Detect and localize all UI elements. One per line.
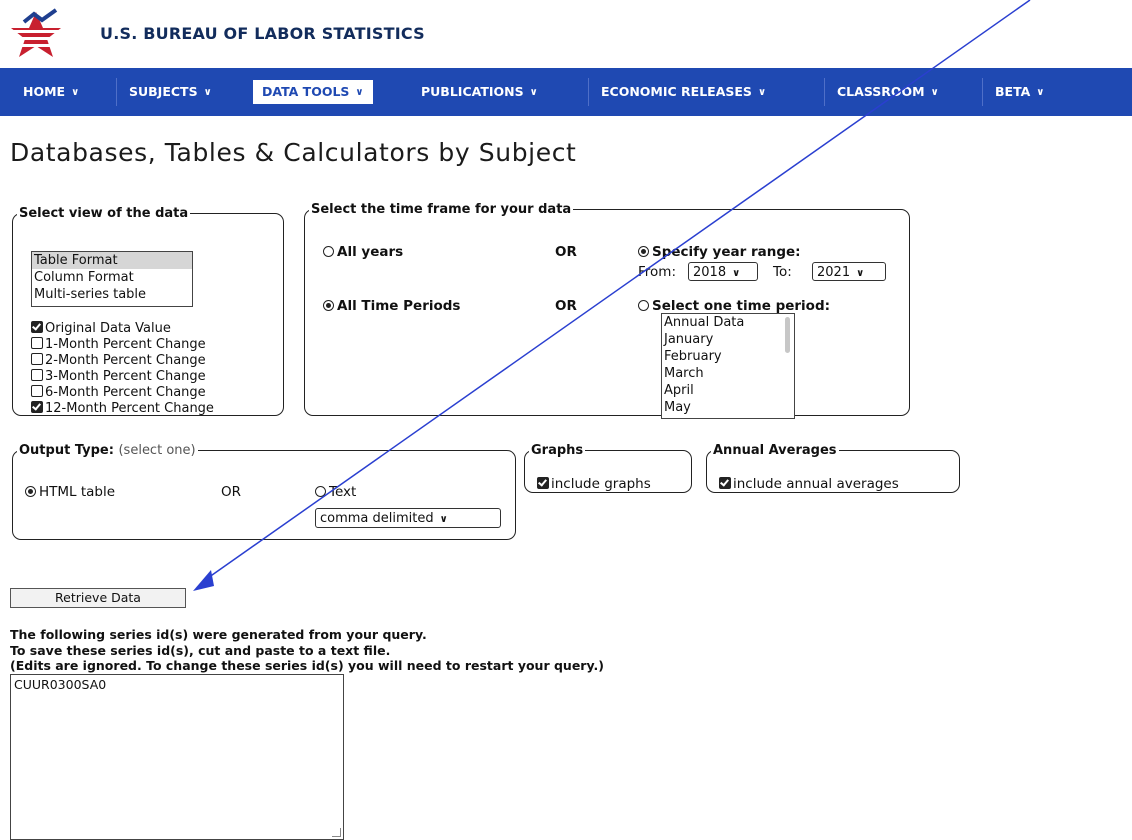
period-option[interactable]: January (662, 331, 794, 348)
series-ids-textarea[interactable]: CUUR0300SA0 (10, 674, 344, 840)
include-graphs-option[interactable]: include graphs (537, 476, 651, 492)
nav-classroom[interactable]: CLASSROOM ∨ (834, 80, 942, 104)
chevron-down-icon: ∨ (355, 87, 364, 98)
annual-fieldset: Annual Averages include annual averages (706, 443, 960, 493)
site-header: U.S. BUREAU OF LABOR STATISTICS (0, 0, 1132, 66)
chevron-down-icon: ∨ (757, 87, 767, 98)
series-message-line: The following series id(s) were generate… (10, 627, 427, 642)
include-annual-option[interactable]: include annual averages (719, 476, 899, 492)
checkbox[interactable] (31, 337, 43, 349)
period-option[interactable]: March (662, 365, 794, 382)
nav-divider (116, 78, 117, 106)
or-label: OR (221, 484, 242, 500)
chevron-down-icon: ∨ (529, 87, 538, 98)
nav-divider (982, 78, 983, 106)
checkbox-checked[interactable] (537, 477, 549, 489)
nav-beta[interactable]: BETA ∨ (992, 80, 1047, 104)
from-label: From: (638, 264, 676, 280)
checkbox-checked[interactable] (719, 477, 731, 489)
nav-divider (588, 78, 589, 106)
delimiter-select[interactable]: comma delimited ∨ (315, 508, 501, 528)
nav-home[interactable]: HOME ∨ (20, 80, 82, 104)
nav-divider (824, 78, 825, 106)
html-table-option[interactable]: HTML table (25, 484, 115, 500)
graphs-legend: Graphs (531, 443, 584, 458)
all-periods-option[interactable]: All Time Periods (323, 298, 460, 314)
page-title: Databases, Tables & Calculators by Subje… (10, 138, 577, 167)
option-12-month[interactable]: 12-Month Percent Change (31, 401, 214, 416)
radio-button-selected[interactable] (25, 486, 36, 497)
view-legend: Select view of the data (19, 206, 189, 221)
checkbox[interactable] (31, 369, 43, 381)
radio-button[interactable] (323, 246, 334, 257)
option-1-month[interactable]: 1-Month Percent Change (31, 337, 206, 352)
nav-economic-releases[interactable]: ECONOMIC RELEASES ∨ (598, 80, 769, 104)
resize-handle[interactable] (332, 828, 341, 837)
option-6-month[interactable]: 6-Month Percent Change (31, 385, 206, 400)
annotation-arrow-head (193, 570, 214, 591)
view-format-list[interactable]: Table Format Column Format Multi-series … (31, 251, 193, 307)
annual-legend: Annual Averages (713, 443, 837, 458)
specify-range-option[interactable]: Specify year range: (638, 244, 801, 260)
chevron-down-icon: ∨ (732, 268, 741, 279)
chevron-down-icon: ∨ (1036, 87, 1045, 98)
format-option[interactable]: Table Format (32, 252, 192, 269)
to-label: To: (773, 264, 792, 280)
option-original-data[interactable]: Original Data Value (31, 321, 171, 336)
series-message-line: (Edits are ignored. To change these seri… (10, 658, 604, 673)
graphs-fieldset: Graphs include graphs (524, 443, 692, 493)
radio-button[interactable] (638, 300, 649, 311)
period-list[interactable]: Annual Data January February March April… (661, 313, 795, 419)
format-option[interactable]: Column Format (32, 269, 192, 286)
output-fieldset: Output Type: (select one) HTML table OR … (12, 443, 516, 540)
bls-logo-icon[interactable] (6, 8, 78, 62)
to-year-select[interactable]: 2021 ∨ (812, 262, 886, 281)
period-option[interactable]: May (662, 399, 794, 416)
main-nav: HOME ∨ SUBJECTS ∨ DATA TOOLS ∨ PUBLICATIONS… (0, 68, 1132, 116)
chevron-down-icon: ∨ (203, 87, 212, 98)
scrollbar-thumb[interactable] (785, 317, 790, 353)
or-label: OR (555, 244, 577, 260)
timeframe-legend: Select the time frame for your data (311, 202, 572, 217)
format-option[interactable]: Multi-series table (32, 286, 192, 303)
view-fieldset: Select view of the data Table Format Col… (12, 206, 284, 416)
checkbox-checked[interactable] (31, 321, 43, 333)
option-2-month[interactable]: 2-Month Percent Change (31, 353, 206, 368)
radio-button-selected[interactable] (323, 300, 334, 311)
chevron-down-icon: ∨ (71, 87, 80, 98)
radio-button[interactable] (315, 486, 326, 497)
or-label: OR (555, 298, 577, 314)
nav-data-tools[interactable]: DATA TOOLS ∨ (253, 80, 373, 104)
text-option[interactable]: Text (315, 484, 356, 500)
retrieve-data-button[interactable]: Retrieve Data (10, 588, 186, 608)
option-3-month[interactable]: 3-Month Percent Change (31, 369, 206, 384)
output-legend: Output Type: (select one) (19, 443, 196, 458)
timeframe-fieldset: Select the time frame for your data All … (304, 202, 910, 419)
series-message-line: To save these series id(s), cut and past… (10, 643, 391, 658)
period-option[interactable]: April (662, 382, 794, 399)
series-id-text: CUUR0300SA0 (14, 677, 107, 692)
chevron-down-icon: ∨ (930, 87, 939, 98)
nav-subjects[interactable]: SUBJECTS ∨ (126, 80, 215, 104)
all-years-option[interactable]: All years (323, 244, 403, 260)
from-year-select[interactable]: 2018 ∨ (688, 262, 758, 281)
period-option[interactable]: February (662, 348, 794, 365)
checkbox-checked[interactable] (31, 401, 43, 413)
checkbox[interactable] (31, 353, 43, 365)
chevron-down-icon: ∨ (439, 514, 448, 525)
agency-name[interactable]: U.S. BUREAU OF LABOR STATISTICS (100, 24, 425, 43)
chevron-down-icon: ∨ (856, 268, 865, 279)
period-option[interactable]: Annual Data (662, 314, 794, 331)
nav-publications[interactable]: PUBLICATIONS ∨ (418, 80, 541, 104)
radio-button-selected[interactable] (638, 246, 649, 257)
checkbox[interactable] (31, 385, 43, 397)
one-period-option[interactable]: Select one time period: (638, 298, 830, 314)
